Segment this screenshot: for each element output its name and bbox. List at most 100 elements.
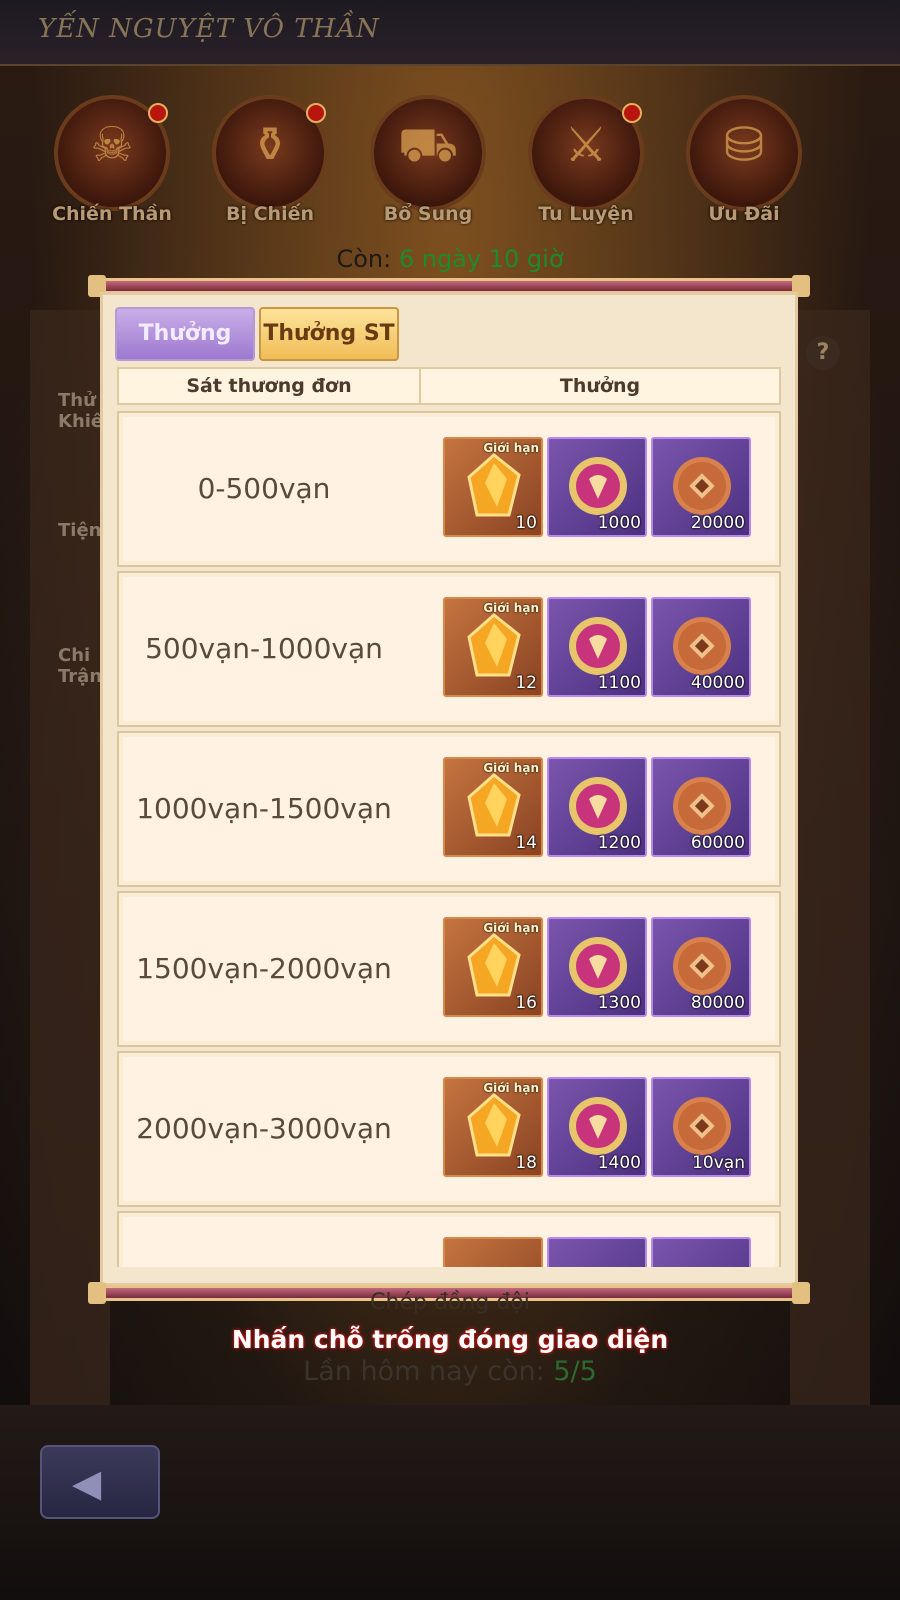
item-quantity: 60000 [690,833,745,853]
item-quantity: 80000 [690,993,745,1013]
tab-thuong-st[interactable]: Thưởng ST [259,307,399,361]
reward-row: 1500vạn-2000vạn Giới hạn 16 1300 80000 [117,891,781,1047]
activity-label: Tu Luyện [538,203,634,225]
copy-team-button[interactable]: Chép đồng đội [0,1290,900,1315]
reward-item-crystal[interactable]: Giới hạn 14 [443,757,543,857]
tab-thuong-diem[interactable]: Thưởng điểm [115,307,255,396]
notification-dot [148,103,168,123]
attempts-remaining: Lần hôm nay còn: 5/5 [0,1356,900,1387]
reward-list[interactable]: 0-500vạn Giới hạn 10 1000 20000 500vạn-1… [117,411,783,1267]
activity-tu-luyen[interactable]: ⚔ Tu Luyện [528,95,648,235]
item-quantity: 12 [515,673,537,693]
reward-row: 0-500vạn Giới hạn 10 1000 20000 [117,411,781,567]
crystal-icon [467,773,521,837]
activity-label: Bị Chiến [225,203,314,225]
crystal-icon [467,933,521,997]
reward-item-copper-coin[interactable]: 80000 [651,917,751,1017]
reward-item-emblem-coin[interactable]: 1000 [547,437,647,537]
close-hint: Nhấn chỗ trống đóng giao diện [231,1325,669,1354]
emblem-coin-icon [569,1097,627,1155]
reward-row-partial [117,1211,781,1267]
reward-item-crystal[interactable] [443,1237,543,1267]
item-quantity: 14 [515,833,537,853]
item-quantity: 20000 [690,513,745,533]
crystal-icon [467,453,521,517]
activity-label: Ưu Đãi [708,203,780,225]
activity-label: Bổ Sung [383,203,473,225]
limit-tag: Giới hạn [483,921,539,935]
banner-title: YẾN NGUYỆT VÔ THẦN [38,14,380,44]
event-timer: Còn: 6 ngày 10 giờ [0,245,900,273]
reward-row: 2000vạn-3000vạn Giới hạn 18 1400 10vạn [117,1051,781,1207]
activity-uu-dai[interactable]: ⛁ Ưu Đãi [686,95,806,235]
notification-dot [306,103,326,123]
reward-item-copper-coin[interactable] [651,1237,751,1267]
reward-row: 500vạn-1000vạn Giới hạn 12 1100 40000 [117,571,781,727]
attempts-value: 5/5 [553,1356,597,1387]
activity-chien-than[interactable]: ☠ Chiến Thần [52,95,174,235]
limit-tag: Giới hạn [483,761,539,775]
reward-table-header: Sát thương đơn Thưởng [117,367,781,405]
attempts-label: Lần hôm nay còn: [303,1356,545,1387]
timer-label: Còn: [336,245,392,273]
reward-item-crystal[interactable]: Giới hạn 10 [443,437,543,537]
event-banner: YẾN NGUYỆT VÔ THẦN [0,0,900,66]
left-side-panel [30,310,110,1410]
reward-row: 1000vạn-1500vạn Giới hạn 14 1200 60000 [117,731,781,887]
activity-bi-chien[interactable]: ⚱ Bị Chiến [212,95,332,235]
activity-icon-row: ☠ Chiến Thần ⚱ Bị Chiến ⛟ Bổ Sung ⚔ Tu L… [0,95,900,235]
crystal-icon [467,1093,521,1157]
activity-label: Chiến Thần [52,203,172,225]
emblem-coin-icon [569,937,627,995]
item-quantity: 1300 [597,993,641,1013]
item-quantity: 40000 [690,673,745,693]
reward-panel: Thưởng điểm Thưởng ST Sát thương đơn Thư… [100,292,798,1286]
reward-item-copper-coin[interactable]: 40000 [651,597,751,697]
limit-tag: Giới hạn [483,441,539,455]
reward-item-emblem-coin[interactable] [547,1237,647,1267]
reward-item-copper-coin[interactable]: 60000 [651,757,751,857]
reward-item-crystal[interactable]: Giới hạn 18 [443,1077,543,1177]
reward-item-emblem-coin[interactable]: 1200 [547,757,647,857]
damage-range: 1000vạn-1500vạn [136,792,392,825]
item-quantity: 1100 [597,673,641,693]
damage-range: 500vạn-1000vạn [145,632,383,665]
copper-coin-icon [673,457,731,515]
reward-item-copper-coin[interactable]: 10vạn [651,1077,751,1177]
emblem-coin-icon [569,777,627,835]
copper-coin-icon [673,1097,731,1155]
copper-coin-icon [673,937,731,995]
help-icon[interactable]: ? [806,336,840,370]
notification-dot [622,103,642,123]
emblem-coin-icon [569,617,627,675]
damage-range: 2000vạn-3000vạn [136,1112,392,1145]
crystal-icon [467,613,521,677]
reward-item-copper-coin[interactable]: 20000 [651,437,751,537]
header-reward: Thưởng [559,375,641,397]
item-quantity: 18 [515,1153,537,1173]
limit-tag: Giới hạn [483,601,539,615]
back-button[interactable]: ◀ [40,1445,160,1519]
damage-range: 0-500vạn [197,472,331,505]
damage-range: 1500vạn-2000vạn [136,952,392,985]
reward-item-emblem-coin[interactable]: 1400 [547,1077,647,1177]
reward-item-emblem-coin[interactable]: 1100 [547,597,647,697]
item-quantity: 16 [515,993,537,1013]
reward-item-crystal[interactable]: Giới hạn 16 [443,917,543,1017]
copper-coin-icon [673,777,731,835]
header-damage: Sát thương đơn [119,369,421,403]
reward-item-crystal[interactable]: Giới hạn 12 [443,597,543,697]
item-quantity: 1400 [597,1153,641,1173]
item-quantity: 1200 [597,833,641,853]
reward-item-emblem-coin[interactable]: 1300 [547,917,647,1017]
item-quantity: 10vạn [692,1153,745,1173]
right-side-panel [790,310,870,1410]
timer-value: 6 ngày 10 giờ [398,245,564,273]
activity-bo-sung[interactable]: ⛟ Bổ Sung [370,95,490,235]
copper-coin-icon [673,617,731,675]
item-quantity: 1000 [597,513,641,533]
emblem-coin-icon [569,457,627,515]
back-arrow-icon: ◀ [72,1461,102,1505]
limit-tag: Giới hạn [483,1081,539,1095]
copy-team-label: Chép đồng đội [370,1290,530,1315]
